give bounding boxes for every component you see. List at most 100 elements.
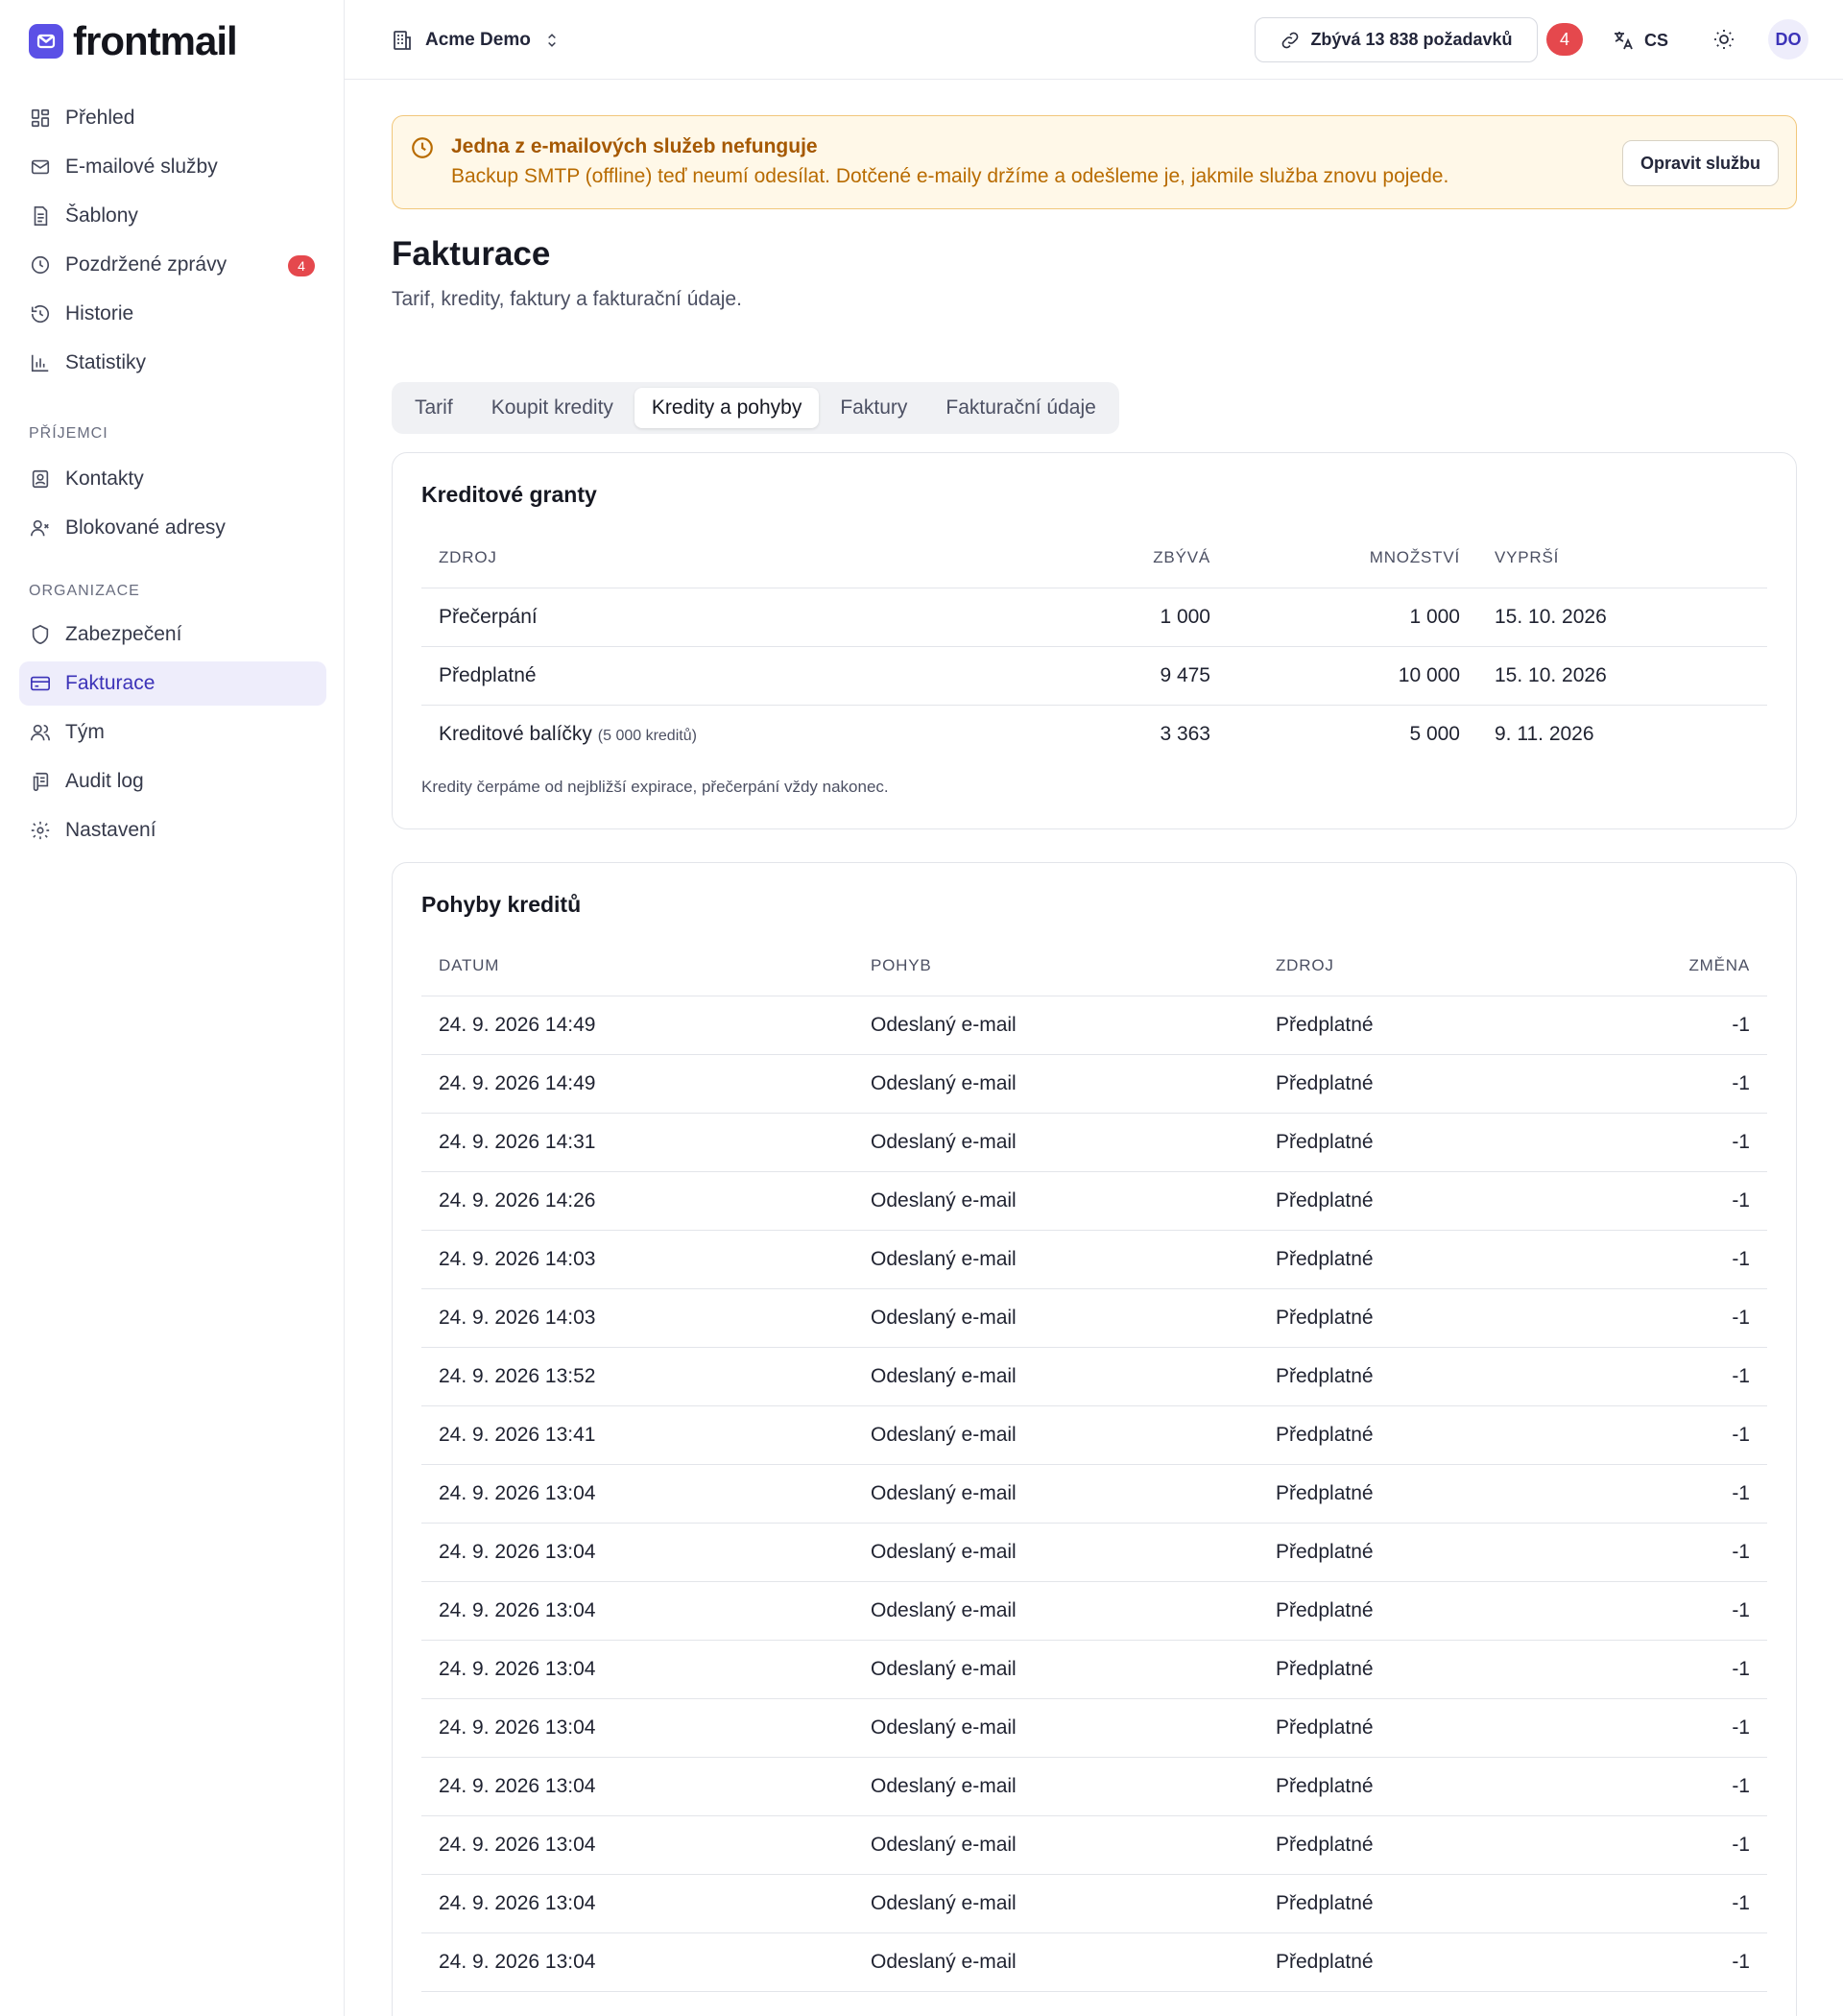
sidebar-item-audit-log[interactable]: Audit log xyxy=(19,759,326,804)
movement-date: 24. 9. 2026 14:03 xyxy=(421,1288,853,1348)
table-header-row: ZDROJ ZBÝVÁ MNOŽSTVÍ VYPRŠÍ xyxy=(421,528,1767,588)
movement-change: -1 xyxy=(1575,1640,1767,1699)
credit-grants-footnote: Kredity čerpáme od nejbližší expirace, p… xyxy=(421,778,889,796)
movement-source: Předplatné xyxy=(1258,1288,1575,1348)
sidebar-item-held-messages[interactable]: Pozdržené zprávy 4 xyxy=(19,243,326,287)
clock-warning-icon xyxy=(410,135,435,160)
sidebar-item-email-services[interactable]: E-mailové služby xyxy=(19,145,326,189)
movement-change: -1 xyxy=(1575,1523,1767,1582)
table-row: 24. 9. 2026 13:04 Odeslaný e-mail Předplat… xyxy=(421,1464,1767,1524)
avatar[interactable]: DO xyxy=(1768,19,1808,60)
theme-toggle[interactable] xyxy=(1710,25,1738,54)
grant-source: Kreditové balíčky (5 000 kreditů) xyxy=(421,705,1084,763)
sidebar-item-statistics[interactable]: Statistiky xyxy=(19,341,326,385)
movement-date: 24. 9. 2026 14:03 xyxy=(421,1230,853,1289)
table-row: 24. 9. 2026 13:04 Odeslaný e-mail Předplat… xyxy=(421,1640,1767,1699)
movement-type: Odeslaný e-mail xyxy=(853,1288,1258,1348)
movement-source: Předplatné xyxy=(1258,1698,1575,1758)
grant-source-label: Předplatné xyxy=(439,663,537,686)
sidebar: frontmail Přehled E-mailové služby Šablo… xyxy=(0,0,345,2016)
movement-date: 24. 9. 2026 13:41 xyxy=(421,1405,853,1465)
table-row: 24. 9. 2026 13:04 Odeslaný e-mail Předplat… xyxy=(421,1523,1767,1582)
sidebar-item-billing[interactable]: Fakturace xyxy=(19,661,326,706)
movement-change: -1 xyxy=(1575,1171,1767,1231)
org-switcher[interactable]: Acme Demo xyxy=(391,23,562,58)
movement-source: Předplatné xyxy=(1258,1405,1575,1465)
audit-icon xyxy=(29,770,52,793)
language-code: CS xyxy=(1644,30,1669,50)
column-header-change: ZMĚNA xyxy=(1575,936,1767,996)
sidebar-item-contacts[interactable]: Kontakty xyxy=(19,457,326,501)
movement-date: 24. 9. 2026 13:04 xyxy=(421,1932,853,1992)
clock-icon xyxy=(29,253,52,276)
movement-source: Předplatné xyxy=(1258,996,1575,1055)
tab-plan[interactable]: Tarif xyxy=(397,388,470,428)
grant-expires: 15. 10. 2026 xyxy=(1477,646,1767,706)
table-row: 24. 9. 2026 14:31 Odeslaný e-mail Předplat… xyxy=(421,1113,1767,1172)
credit-card-icon xyxy=(29,672,52,695)
team-icon xyxy=(29,721,52,744)
movement-source: Předplatné xyxy=(1258,1464,1575,1524)
translate-icon xyxy=(1615,32,1633,50)
movement-type: Odeslaný e-mail xyxy=(853,1874,1258,1933)
logo[interactable]: frontmail xyxy=(29,18,238,63)
link-icon xyxy=(1282,32,1299,48)
top-bar: Acme Demo Zbývá 13 838 požadavků 4 CS DO xyxy=(345,0,1843,80)
sidebar-item-settings[interactable]: Nastavení xyxy=(19,808,326,852)
movement-type: Odeslaný e-mail xyxy=(853,1113,1258,1172)
quota-button[interactable]: Zbývá 13 838 požadavků xyxy=(1255,17,1538,62)
movement-date: 24. 9. 2026 13:04 xyxy=(421,1464,853,1524)
movement-change: -1 xyxy=(1575,1932,1767,1992)
grant-amount: 10 000 xyxy=(1228,646,1477,706)
table-row: Kreditové balíčky (5 000 kreditů) 3 363 … xyxy=(421,705,1767,763)
movement-source: Předplatné xyxy=(1258,1054,1575,1114)
user-block-icon xyxy=(29,516,52,540)
grant-source: Přečerpání xyxy=(421,588,1084,647)
sidebar-item-history[interactable]: Historie xyxy=(19,292,326,336)
movement-source: Předplatné xyxy=(1258,1581,1575,1641)
sun-icon xyxy=(1714,30,1734,49)
recipients-nav: Kontakty Blokované adresy xyxy=(19,457,326,555)
table-row: 24. 9. 2026 13:04 Odeslaný e-mail Předplat… xyxy=(421,1757,1767,1816)
notification-badge[interactable]: 4 xyxy=(1546,23,1583,56)
column-header-movement: POHYB xyxy=(853,936,1258,996)
grant-remaining: 3 363 xyxy=(1160,722,1210,745)
building-icon xyxy=(394,31,411,50)
table-row: 24. 9. 2026 13:04 Odeslaný e-mail Předplat… xyxy=(421,1581,1767,1641)
sidebar-item-label: Statistiky xyxy=(65,351,147,373)
table-row: 24. 9. 2026 14:03 Odeslaný e-mail Předplat… xyxy=(421,1230,1767,1289)
movement-date: 24. 9. 2026 13:04 xyxy=(421,1640,853,1699)
sidebar-item-team[interactable]: Tým xyxy=(19,710,326,755)
column-header-source: ZDROJ xyxy=(1258,936,1575,996)
column-header-date: DATUM xyxy=(421,936,853,996)
organization-nav: Zabezpečení Fakturace Tým Audit log Nast… xyxy=(19,612,326,857)
grant-expires: 9. 11. 2026 xyxy=(1495,722,1594,745)
fix-service-button[interactable]: Opravit službu xyxy=(1622,140,1779,186)
sidebar-item-templates[interactable]: Šablony xyxy=(19,194,326,238)
credit-movements-card: Pohyby kreditů DATUM POHYB ZDROJ ZMĚNA 2… xyxy=(392,862,1797,2016)
credit-movements-title: Pohyby kreditů xyxy=(421,892,582,917)
sidebar-item-label: Blokované adresy xyxy=(65,516,226,539)
sidebar-item-security[interactable]: Zabezpečení xyxy=(19,612,326,657)
sidebar-item-label: Kontakty xyxy=(65,468,144,490)
movement-source: Předplatné xyxy=(1258,1523,1575,1582)
grant-source-label: Přečerpání xyxy=(439,605,538,628)
movement-source: Předplatné xyxy=(1258,1757,1575,1816)
language-switcher[interactable]: CS xyxy=(1612,25,1668,56)
sidebar-item-prehled[interactable]: Přehled xyxy=(19,96,326,140)
movement-change: -1 xyxy=(1575,1405,1767,1465)
grant-amount: 5 000 xyxy=(1409,722,1460,745)
movement-change: -1 xyxy=(1575,1698,1767,1758)
tab-credits-movements[interactable]: Kredity a pohyby xyxy=(634,388,820,428)
tab-billing-details[interactable]: Fakturační údaje xyxy=(928,388,1113,428)
movement-change: -1 xyxy=(1575,1874,1767,1933)
movement-source: Předplatné xyxy=(1258,1347,1575,1406)
tab-buy-credits[interactable]: Koupit kredity xyxy=(474,388,631,428)
movement-change: -1 xyxy=(1575,1288,1767,1348)
sidebar-item-blocked[interactable]: Blokované adresy xyxy=(19,506,326,550)
credit-grants-table: ZDROJ ZBÝVÁ MNOŽSTVÍ VYPRŠÍ Přečerpání 1… xyxy=(421,528,1767,763)
grant-amount: 1 000 xyxy=(1228,588,1477,647)
sidebar-item-label: Audit log xyxy=(65,770,144,792)
org-name: Acme Demo xyxy=(425,30,531,50)
tab-invoices[interactable]: Faktury xyxy=(823,388,924,428)
